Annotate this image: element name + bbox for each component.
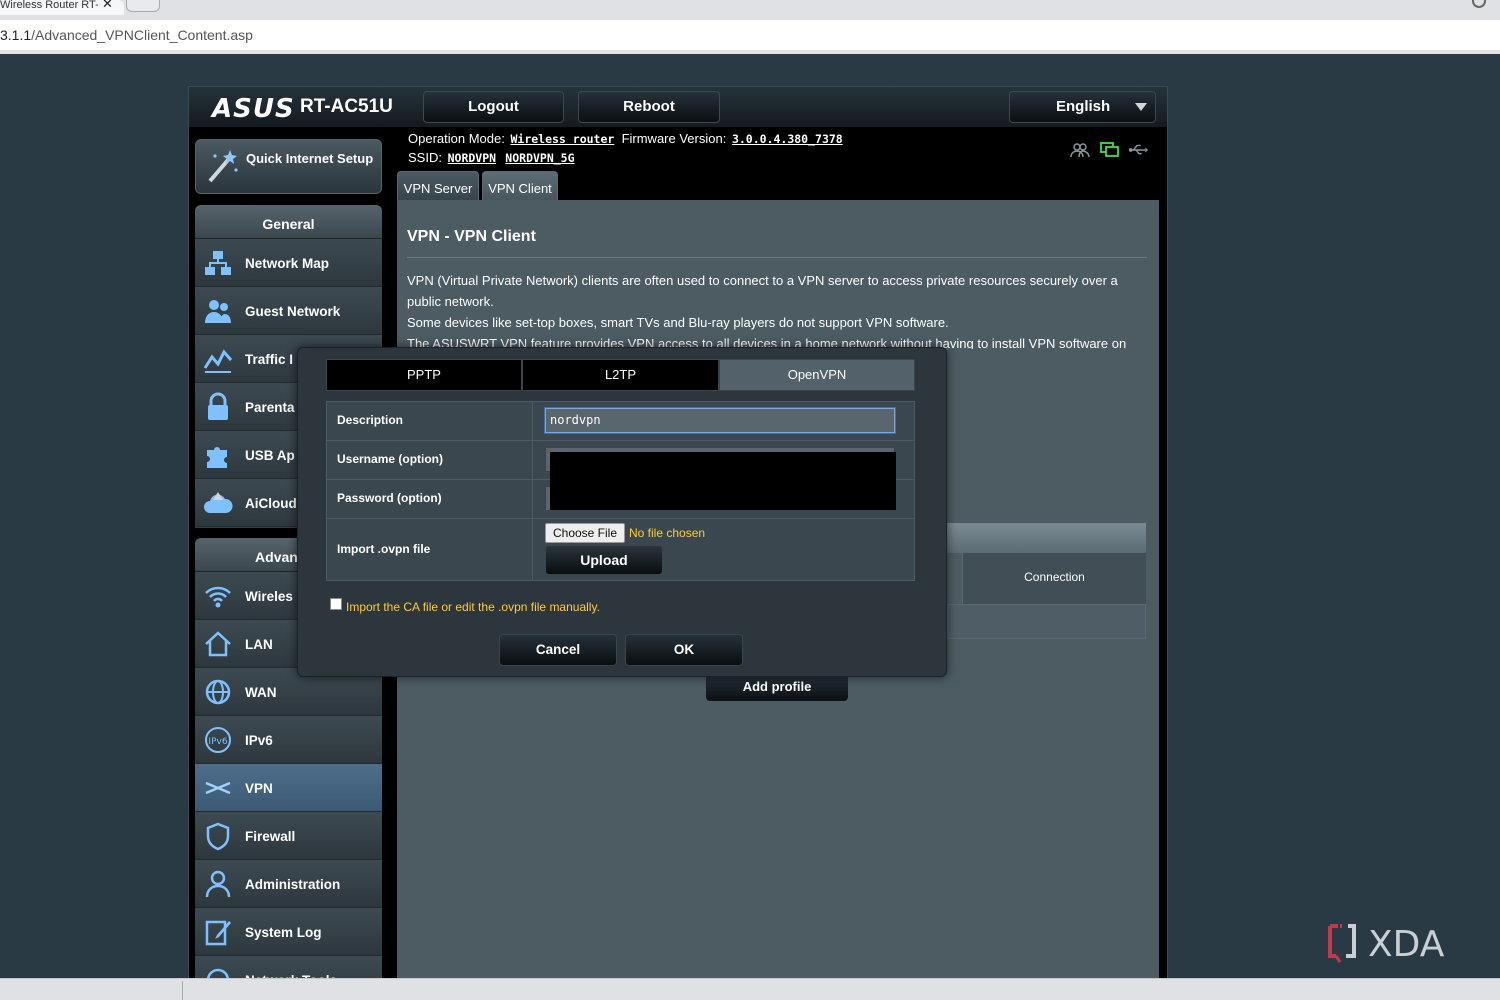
profile-list-header	[947, 523, 1146, 553]
operation-mode-link[interactable]: Wireless router	[510, 132, 614, 146]
description-paragraph: Some devices like set-top boxes, smart T…	[407, 315, 949, 330]
browser-tab-title: Wireless Router RT-	[0, 0, 98, 10]
cloud-icon	[204, 492, 233, 513]
firmware-link[interactable]: 3.0.0.4.380_7378	[732, 132, 843, 146]
tab-vpn-server[interactable]: VPN Server	[397, 171, 479, 201]
file-status-text: No file chosen	[629, 526, 706, 540]
wifi-icon	[205, 586, 231, 608]
sidebar-item-label: LAN	[245, 637, 273, 652]
sidebar-item-label: Guest Network	[245, 304, 341, 319]
column-divider	[532, 402, 533, 580]
status-divider	[182, 981, 183, 1000]
sidebar-item-label: Traffic I	[245, 352, 294, 367]
lock-icon	[208, 392, 228, 420]
sidebar-item-guest-network[interactable]: Guest Network	[195, 287, 382, 335]
ssid-link-1[interactable]: NORDVPN	[448, 151, 496, 165]
password-label: Password (option)	[337, 491, 442, 505]
tab-openvpn[interactable]: OpenVPN	[719, 359, 915, 391]
cancel-button[interactable]: Cancel	[499, 634, 617, 666]
shield-icon	[206, 822, 230, 851]
language-select[interactable]: English	[1009, 91, 1156, 123]
new-tab-button[interactable]	[126, 0, 160, 12]
xda-watermark-text: XDA	[1368, 924, 1445, 964]
username-label: Username (option)	[337, 452, 444, 466]
tab-pptp[interactable]: PPTP	[326, 359, 522, 391]
sidebar-item-label: USB Ap	[245, 448, 295, 463]
firmware-label: Firmware Version:	[621, 131, 727, 146]
sidebar-item-label: Administration	[245, 877, 341, 892]
chevron-down-icon	[1135, 103, 1147, 111]
profile-list-row	[947, 604, 1146, 639]
sidebar-item-label: WAN	[245, 685, 277, 700]
url-host: 3.1.1	[0, 27, 32, 43]
tab-vpn-client[interactable]: VPN Client	[482, 171, 558, 201]
home-icon	[205, 631, 231, 657]
description-input[interactable]: nordvpn	[544, 407, 896, 434]
ssid-link-2[interactable]: NORDVPN_5G	[505, 151, 574, 165]
sidebar-item-label: Wireles	[245, 589, 293, 604]
redaction-overlay	[550, 452, 896, 510]
connection-column-header: Connection	[962, 553, 1146, 604]
reboot-button[interactable]: Reboot	[578, 91, 720, 123]
sidebar-item-ipv6[interactable]: IPv6 IPv6	[195, 716, 382, 764]
traffic-icon	[203, 349, 233, 373]
language-value: English	[1056, 98, 1111, 115]
logout-button[interactable]: Logout	[423, 91, 564, 123]
sidebar-item-label: AiCloud	[245, 496, 297, 511]
sidebar-item-label: Firewall	[245, 829, 296, 844]
asus-logo: ASUS	[212, 94, 295, 124]
page-title: VPN - VPN Client	[407, 228, 536, 245]
manual-import-checkbox[interactable]	[330, 598, 342, 610]
ipv6-icon: IPv6	[205, 727, 231, 753]
admin-icon	[205, 870, 231, 898]
sidebar-item-network-map[interactable]: Network Map	[195, 239, 382, 287]
xda-watermark-logo: XDA	[1328, 924, 1445, 964]
general-heading: General	[195, 205, 382, 239]
title-divider	[407, 257, 1147, 258]
sidebar-item-label: Parenta	[245, 400, 295, 415]
usb-icon[interactable]	[1128, 141, 1148, 159]
operation-mode-line: Operation Mode: Wireless router Firmware…	[408, 131, 843, 146]
sidebar-item-system-log[interactable]: System Log	[195, 908, 382, 956]
browser-tab[interactable]: Wireless Router RT- ✕	[0, 0, 124, 15]
puzzle-icon	[207, 447, 227, 468]
import-ovpn-label: Import .ovpn file	[337, 542, 431, 556]
model-name: RT-AC51U	[300, 96, 393, 117]
description-paragraph: VPN (Virtual Private Network) clients ar…	[407, 273, 1118, 309]
browser-status-bar	[0, 978, 1500, 1000]
sidebar-item-label: IPv6	[245, 733, 273, 748]
sidebar-item-vpn[interactable]: VPN	[195, 764, 382, 812]
tab-l2tp[interactable]: L2TP	[522, 359, 719, 391]
log-icon	[205, 920, 231, 946]
address-bar[interactable]: 3.1.1/Advanced_VPNClient_Content.asp	[0, 20, 1500, 50]
vpn-icon	[205, 781, 231, 795]
add-profile-button[interactable]: Add profile	[706, 676, 848, 701]
close-icon[interactable]: ✕	[102, 0, 113, 10]
quick-setup-label: Quick Internet Setup	[246, 151, 374, 166]
clients-icon[interactable]	[1070, 141, 1090, 159]
sidebar-item-label: Network Map	[245, 256, 330, 271]
sidebar-item-label: System Log	[245, 925, 322, 940]
quick-internet-setup[interactable]: Quick Internet Setup	[195, 139, 382, 194]
svg-text:IPv6: IPv6	[208, 737, 227, 747]
magic-wand-icon	[208, 150, 238, 183]
globe-icon	[205, 679, 231, 705]
upload-button[interactable]: Upload	[545, 545, 663, 575]
sidebar-item-administration[interactable]: Administration	[195, 860, 382, 908]
manual-import-label[interactable]: Import the CA file or edit the .ovpn fil…	[346, 600, 600, 614]
guest-network-icon	[205, 300, 231, 323]
ok-button[interactable]: OK	[625, 634, 743, 666]
sidebar-item-firewall[interactable]: Firewall	[195, 812, 382, 860]
ssid-label: SSID:	[408, 150, 442, 165]
choose-file-button[interactable]: Choose File	[545, 523, 625, 543]
network-map-icon	[205, 251, 231, 275]
url-path: /Advanced_VPNClient_Content.asp	[31, 27, 253, 43]
ssid-line: SSID: NORDVPN NORDVPN_5G	[408, 150, 575, 165]
sidebar-item-label: VPN	[245, 781, 273, 796]
operation-mode-label: Operation Mode:	[408, 131, 505, 146]
description-label: Description	[337, 413, 404, 427]
network-status-icon[interactable]	[1100, 141, 1120, 159]
